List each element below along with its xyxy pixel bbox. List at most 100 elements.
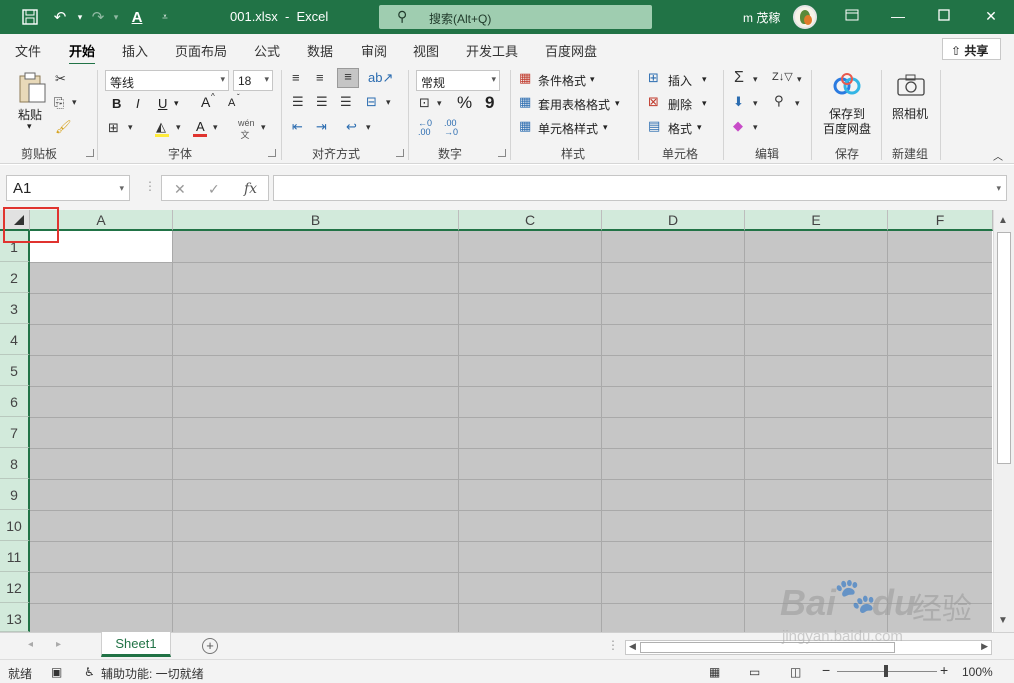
fill-color-icon[interactable]: ◭	[156, 119, 166, 135]
redo-dropdown-icon[interactable]: ▾	[106, 7, 126, 27]
redo-icon[interactable]: ↷	[88, 7, 108, 27]
font-launcher-icon[interactable]	[268, 149, 276, 157]
tab-home[interactable]: 开始	[69, 41, 96, 66]
grow-font-button[interactable]: A	[201, 94, 210, 110]
tab-data[interactable]: 数据	[307, 41, 333, 60]
number-launcher-icon[interactable]	[498, 149, 506, 157]
border-icon[interactable]: ⊞	[108, 120, 119, 136]
insert-dropdown-icon[interactable]: ▾	[702, 74, 707, 85]
tab-view[interactable]: 视图	[413, 41, 439, 60]
border-dropdown-icon[interactable]: ▾	[128, 122, 133, 133]
formula-input[interactable]: ▾	[273, 175, 1007, 201]
row-header-2[interactable]: 2	[0, 262, 30, 293]
row-header-5[interactable]: 5	[0, 355, 30, 386]
camera-button[interactable]: 照相机	[892, 105, 928, 122]
italic-button[interactable]: I	[136, 96, 140, 111]
row-header-9[interactable]: 9	[0, 479, 30, 510]
sheet-tab-sheet1[interactable]: Sheet1	[101, 632, 171, 657]
tab-baidu-netdisk[interactable]: 百度网盘	[545, 41, 597, 60]
format-as-table-icon[interactable]: ▦	[519, 94, 531, 110]
column-header-b[interactable]: B	[173, 210, 459, 231]
row-header-6[interactable]: 6	[0, 386, 30, 417]
font-color-button[interactable]: A	[196, 119, 205, 134]
undo-dropdown-icon[interactable]: ▾	[70, 7, 90, 27]
format-as-table-button[interactable]: 套用表格格式	[538, 96, 610, 113]
vertical-scrollbar[interactable]: ▲ ▼	[993, 210, 1014, 632]
format-as-table-dropdown-icon[interactable]: ▾	[615, 98, 620, 109]
merge-dropdown-icon[interactable]: ▾	[386, 97, 391, 108]
insert-cells-button[interactable]: 插入	[668, 72, 692, 89]
phonetic-icon[interactable]: wén 文	[238, 118, 255, 141]
conditional-format-dropdown-icon[interactable]: ▾	[590, 74, 595, 85]
save-icon[interactable]	[20, 7, 40, 27]
underline-dropdown-icon[interactable]: ▾	[174, 98, 179, 109]
percent-button[interactable]: %	[457, 93, 472, 113]
accounting-icon[interactable]: ⊡	[419, 95, 430, 111]
add-sheet-icon[interactable]: +	[202, 638, 218, 654]
cell-styles-icon[interactable]: ▦	[519, 118, 531, 134]
scroll-down-icon[interactable]: ▼	[998, 615, 1008, 626]
comma-button[interactable]: 9	[485, 93, 494, 113]
insert-function-icon[interactable]: fx	[244, 181, 257, 197]
sort-filter-icon[interactable]: Z↓▽	[772, 70, 793, 83]
bold-button[interactable]: B	[112, 96, 121, 111]
conditional-format-button[interactable]: 条件格式	[538, 72, 586, 89]
fill-dropdown-icon[interactable]: ▾	[753, 98, 758, 109]
tab-review[interactable]: 审阅	[361, 41, 387, 60]
align-center-icon[interactable]: ☰	[316, 94, 328, 110]
row-header-13[interactable]: 13	[0, 603, 30, 632]
alignment-launcher-icon[interactable]	[396, 149, 404, 157]
column-header-e[interactable]: E	[745, 210, 888, 231]
row-header-11[interactable]: 11	[0, 541, 30, 572]
font-color-dropdown-icon[interactable]: ▾	[213, 122, 218, 133]
row-header-8[interactable]: 8	[0, 448, 30, 479]
tab-page-layout[interactable]: 页面布局	[175, 41, 227, 60]
increase-indent-icon[interactable]: ⇥	[316, 119, 327, 135]
font-name-combo[interactable]: 等线 ▾	[105, 70, 229, 91]
ribbon-display-icon[interactable]	[842, 8, 862, 26]
zoom-level[interactable]: 100%	[962, 665, 993, 679]
camera-icon[interactable]	[897, 74, 925, 99]
align-right-icon[interactable]: ☰	[340, 94, 352, 110]
autosum-dropdown-icon[interactable]: ▾	[753, 74, 758, 85]
row-header-3[interactable]: 3	[0, 293, 30, 324]
sort-filter-dropdown-icon[interactable]: ▾	[797, 74, 802, 85]
vertical-scroll-thumb[interactable]	[997, 232, 1011, 464]
close-icon[interactable]: ✕	[981, 8, 1001, 26]
font-color-icon[interactable]: A	[127, 7, 147, 27]
decrease-indent-icon[interactable]: ⇤	[292, 119, 303, 135]
tab-formulas[interactable]: 公式	[254, 41, 280, 60]
accessibility-icon[interactable]: ♿	[84, 665, 95, 679]
zoom-out-icon[interactable]: −	[822, 662, 830, 678]
orientation-icon[interactable]: ab↗	[368, 70, 393, 86]
cancel-icon[interactable]: ✕	[174, 181, 186, 198]
format-cells-button[interactable]: 格式	[668, 120, 692, 137]
next-sheet-icon[interactable]: ▸	[56, 639, 61, 650]
worksheet-grid[interactable]: A B C D E F 1 2 3 4 5 6 7 8 9 10 11 12 1…	[0, 210, 1014, 632]
user-name[interactable]: m 茂稼	[743, 9, 780, 26]
cell-styles-dropdown-icon[interactable]: ▾	[603, 122, 608, 133]
find-select-icon[interactable]: ⚲	[774, 93, 784, 109]
fill-icon[interactable]: ⬇	[733, 94, 744, 110]
row-header-4[interactable]: 4	[0, 324, 30, 355]
scroll-right-icon[interactable]: ▶	[981, 641, 988, 652]
delete-dropdown-icon[interactable]: ▾	[702, 98, 707, 109]
decrease-decimal-icon[interactable]: .00 →0	[444, 119, 458, 137]
tab-developer[interactable]: 开发工具	[466, 41, 518, 60]
accounting-dropdown-icon[interactable]: ▾	[437, 98, 442, 109]
baidu-netdisk-icon[interactable]	[833, 72, 861, 99]
insert-cells-icon[interactable]: ⊞	[648, 70, 659, 86]
macro-record-icon[interactable]: ▣	[51, 665, 62, 679]
wrap-text-icon[interactable]: ↩	[346, 119, 357, 135]
delete-cells-icon[interactable]: ⊠	[648, 94, 659, 110]
cell-styles-button[interactable]: 单元格样式	[538, 120, 598, 137]
autosum-icon[interactable]: Σ	[734, 69, 744, 87]
tab-insert[interactable]: 插入	[122, 41, 148, 60]
clear-dropdown-icon[interactable]: ▾	[753, 122, 758, 133]
tab-file[interactable]: 文件	[15, 41, 41, 60]
save-to-baidu-line2[interactable]: 百度网盘	[823, 120, 871, 137]
normal-view-icon[interactable]: ▦	[709, 665, 720, 679]
scroll-left-icon[interactable]: ◀	[629, 641, 636, 652]
align-bottom-icon[interactable]: ≡	[337, 68, 359, 88]
prev-sheet-icon[interactable]: ◂	[28, 639, 33, 650]
